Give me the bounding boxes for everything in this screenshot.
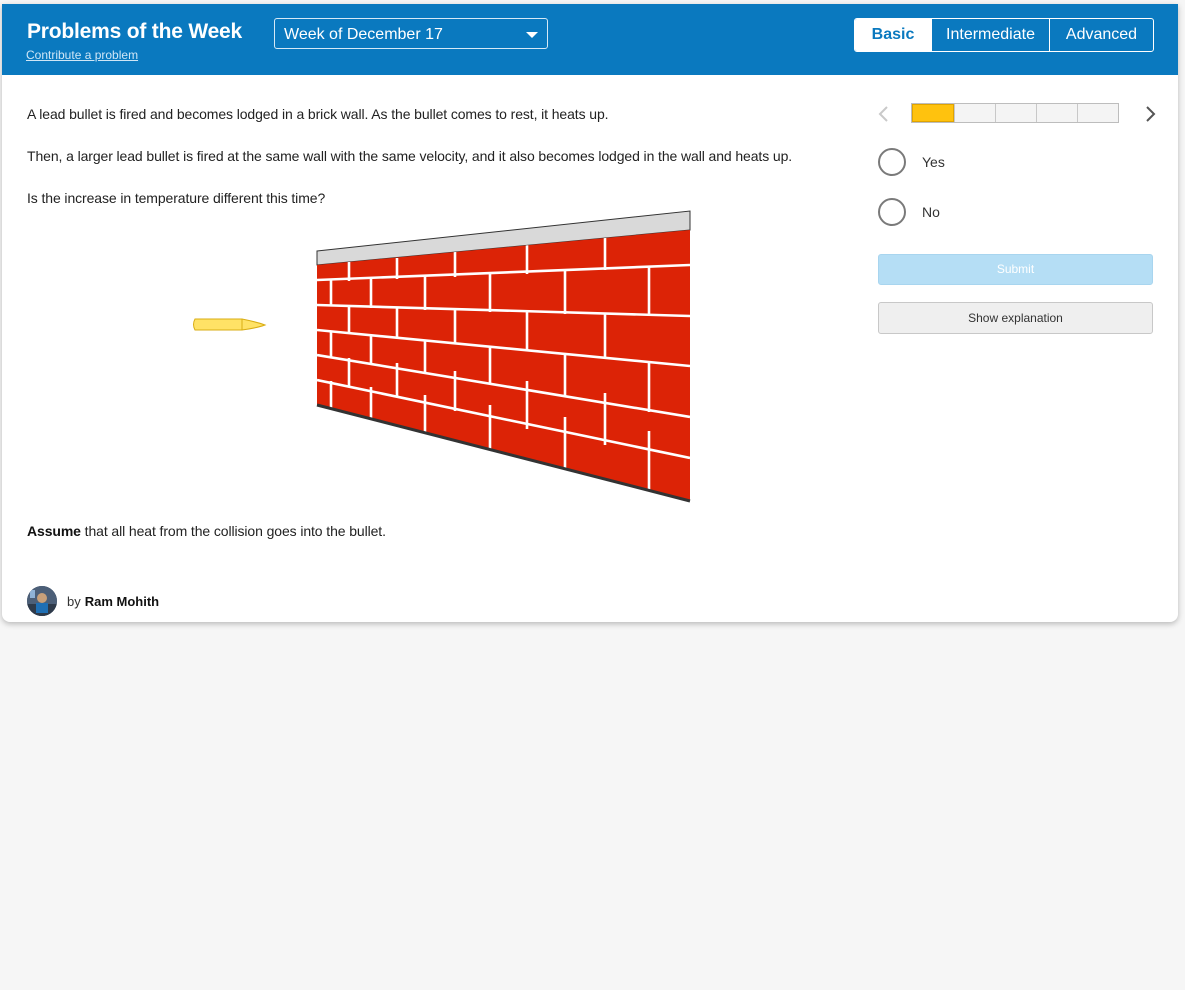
submit-button[interactable]: Submit [878,254,1153,285]
progress-segment-3 [995,104,1036,122]
problem-paragraph-1: A lead bullet is fired and becomes lodge… [27,106,609,122]
tab-basic[interactable]: Basic [855,19,931,51]
page-title: Problems of the Week [27,20,243,43]
bullet [193,318,267,331]
author-credit: by Ram Mohith [27,586,159,616]
difficulty-tabs: Basic Intermediate Advanced [854,18,1154,52]
choice-no[interactable]: No [878,198,940,226]
progress-segment-1 [912,104,954,122]
assumption-keyword: Assume [27,523,81,539]
assumption-text: Assume that all heat from the collision … [27,523,386,539]
author-name[interactable]: Ram Mohith [85,594,159,609]
radio-no[interactable] [878,198,906,226]
chevron-right-icon[interactable] [1140,104,1160,124]
problem-progress-bar [911,103,1119,123]
contribute-problem-link[interactable]: Contribute a problem [26,48,138,62]
week-select-dropdown[interactable]: Week of December 17 [274,18,548,49]
avatar-image [27,586,57,616]
tab-advanced[interactable]: Advanced [1049,19,1153,51]
problem-paragraph-2: Then, a larger lead bullet is fired at t… [27,148,793,164]
radio-yes[interactable] [878,148,906,176]
caret-down-icon [526,32,538,38]
problem-card: Problems of the Week Contribute a proble… [2,4,1178,622]
assumption-body: that all heat from the collision goes in… [80,523,386,539]
bullet-wall-illustration [193,210,691,503]
header-bar: Problems of the Week Contribute a proble… [2,4,1178,75]
chevron-left-icon[interactable] [874,104,894,124]
show-explanation-button[interactable]: Show explanation [878,302,1153,334]
avatar[interactable] [27,586,57,616]
choice-no-label: No [922,204,940,220]
progress-segment-5 [1077,104,1118,122]
choice-yes-label: Yes [922,154,945,170]
choice-yes[interactable]: Yes [878,148,945,176]
week-select-value: Week of December 17 [284,26,443,43]
author-by-label: by [67,593,81,609]
progress-segment-4 [1036,104,1077,122]
progress-segment-2 [954,104,995,122]
tab-intermediate[interactable]: Intermediate [931,19,1049,51]
